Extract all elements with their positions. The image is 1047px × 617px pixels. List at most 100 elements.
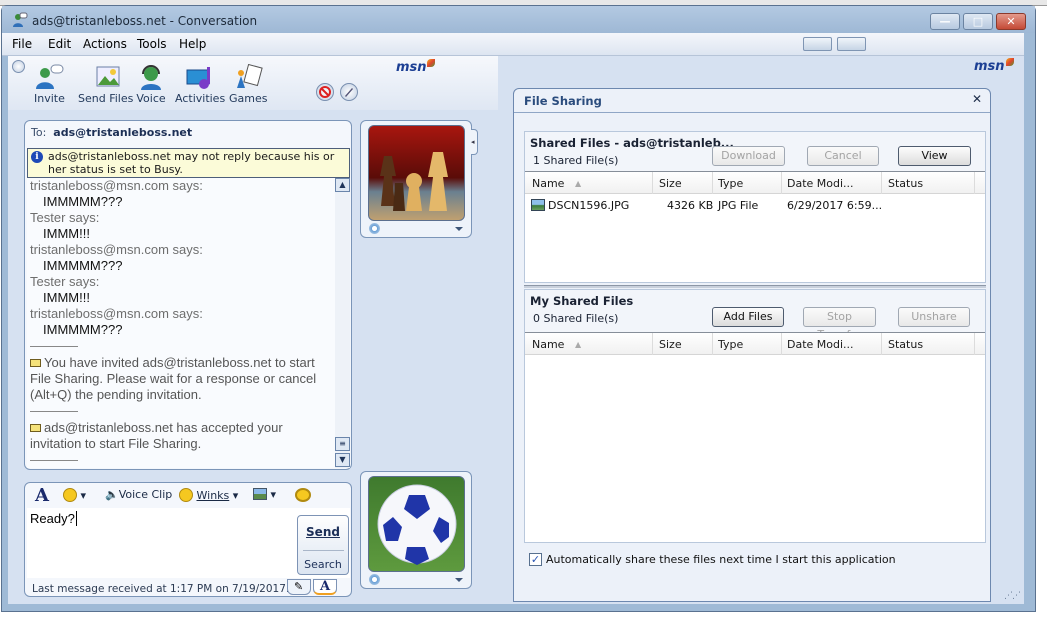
add-files-button[interactable]: Add Files [712,307,784,327]
message-sender: tristanleboss@msn.com says: [30,242,203,257]
speaker-icon: 🔈 [105,488,119,501]
column-size[interactable]: Size [659,177,682,190]
invite-icon [36,64,64,89]
to-contact[interactable]: ads@tristanleboss.net [53,126,192,139]
winks-button[interactable]: Winks ▾ [179,488,238,502]
column-date[interactable]: Date Modi... [787,177,854,190]
list-header: Name ▲ Size Type Date Modi... Status [525,172,985,194]
maximize-button[interactable]: □ [963,13,993,30]
contact-avatar-chess[interactable] [368,125,465,221]
menu-bar: File Edit Actions Tools Help [2,33,1024,56]
column-separator [652,333,653,355]
minimize-icon: — [939,15,951,28]
handwriting-tab[interactable]: ✎ [287,579,311,595]
menu-tools[interactable]: Tools [137,37,167,51]
voice-button[interactable]: Voice [136,64,166,105]
column-type[interactable]: Type [718,338,743,351]
column-name[interactable]: Name [532,338,564,351]
message-sender: tristanleboss@msn.com says: [30,178,203,193]
resize-grip[interactable]: ⋰⋰ [1004,591,1021,601]
chess-pieces-icon [380,152,448,211]
column-separator [652,172,653,194]
minimize-button[interactable]: — [930,13,960,30]
stop-transfer-button[interactable]: Stop Transfer [803,307,876,341]
layout-left-button[interactable] [803,37,832,51]
toggle-toolbar-button[interactable] [12,60,25,73]
smiley-icon [63,488,77,502]
shared-files-list: Name ▲ Size Type Date Modi... Status DSC… [525,171,985,282]
title-bar: ads@tristanleboss.net - Conversation — □… [2,6,1035,33]
font-button[interactable]: A [35,485,49,506]
table-row[interactable]: DSCN1596.JPG 4326 KB JPG File 6/29/2017 … [525,196,985,214]
column-status[interactable]: Status [888,338,923,351]
close-button[interactable]: ✕ [996,13,1026,30]
games-icon [237,64,263,88]
scroll-down-button[interactable]: ▼ [335,453,350,467]
file-date: 6/29/2017 6:59... [787,199,883,212]
block-button[interactable] [316,83,334,101]
unshare-button[interactable]: Unshare [898,307,970,327]
toolbar: Invite Send Files Voice Activities Games… [8,56,498,110]
splitter[interactable] [524,285,986,288]
download-button[interactable]: Download [712,146,785,166]
avatar-menu-arrow[interactable] [455,227,463,231]
column-type[interactable]: Type [718,177,743,190]
auto-share-checkbox[interactable]: ✓ [529,553,542,566]
invite-button[interactable]: Invite [34,64,65,105]
file-sharing-panel: File Sharing ✕ Shared Files - ads@trista… [513,88,991,602]
column-separator [781,172,782,194]
send-button[interactable]: Send [298,525,348,539]
cancel-button[interactable]: Cancel [807,146,879,166]
separator [30,460,78,461]
menu-help[interactable]: Help [179,37,206,51]
last-message-status: Last message received at 1:17 PM on 7/19… [32,583,290,595]
wink-icon [179,488,193,502]
menu-actions[interactable]: Actions [83,37,127,51]
text-tab[interactable]: A [313,579,337,595]
msn-buddy-icon [13,12,28,27]
games-button[interactable]: Games [229,64,267,105]
jpg-file-icon [531,199,545,211]
my-avatar-card [360,471,472,589]
column-status[interactable]: Status [888,177,923,190]
webcam-icon[interactable] [369,574,380,585]
my-avatar-soccer[interactable] [368,476,465,572]
maximize-icon: □ [972,15,984,28]
voice-clip-button[interactable]: 🔈Voice Clip [105,488,172,501]
conversation-window: ads@tristanleboss.net - Conversation — □… [1,5,1036,612]
collapse-avatars-tab[interactable]: ◂ [471,129,478,155]
close-file-sharing-icon[interactable]: ✕ [972,92,982,106]
activities-button[interactable]: Activities [175,64,225,105]
window-title: ads@tristanleboss.net - Conversation [32,14,258,28]
my-shared-files-list: Name ▲ Size Type Date Modi... Status [525,332,985,542]
file-name: DSCN1596.JPG [548,199,630,212]
shared-files-count: 1 Shared File(s) [533,154,619,167]
contact-avatar-card: ◂ [360,120,478,238]
column-size[interactable]: Size [659,338,682,351]
scroll-thumb[interactable]: ≡ [335,437,350,451]
view-button[interactable]: View [898,146,971,166]
message-text: IMMMMM??? [43,194,123,209]
column-separator [881,333,882,355]
column-date[interactable]: Date Modi... [787,338,854,351]
column-name[interactable]: Name [532,177,564,190]
auto-share-label[interactable]: Automatically share these files next tim… [546,553,896,566]
layout-right-button[interactable] [837,37,866,51]
history-scrollbar[interactable]: ▲ ≡ ▼ [335,178,350,468]
background-button[interactable] [340,83,358,101]
activities-icon [186,67,211,89]
menu-edit[interactable]: Edit [48,37,71,51]
search-button[interactable]: Search [298,558,348,571]
send-files-button[interactable]: Send Files [78,64,133,105]
webcam-icon[interactable] [369,223,380,234]
scroll-up-button[interactable]: ▲ [335,178,350,192]
avatar-menu-arrow[interactable] [455,578,463,582]
menu-file[interactable]: File [12,37,32,51]
client-area: Invite Send Files Voice Activities Games… [8,56,1024,604]
emoticon-button[interactable]: ▾ [63,488,86,502]
nudge-button[interactable] [295,488,311,502]
background-image-button[interactable]: ▾ [253,488,276,501]
msn-butterfly-icon [426,59,435,74]
pen-icon: ✎ [294,580,304,593]
column-separator [712,172,713,194]
